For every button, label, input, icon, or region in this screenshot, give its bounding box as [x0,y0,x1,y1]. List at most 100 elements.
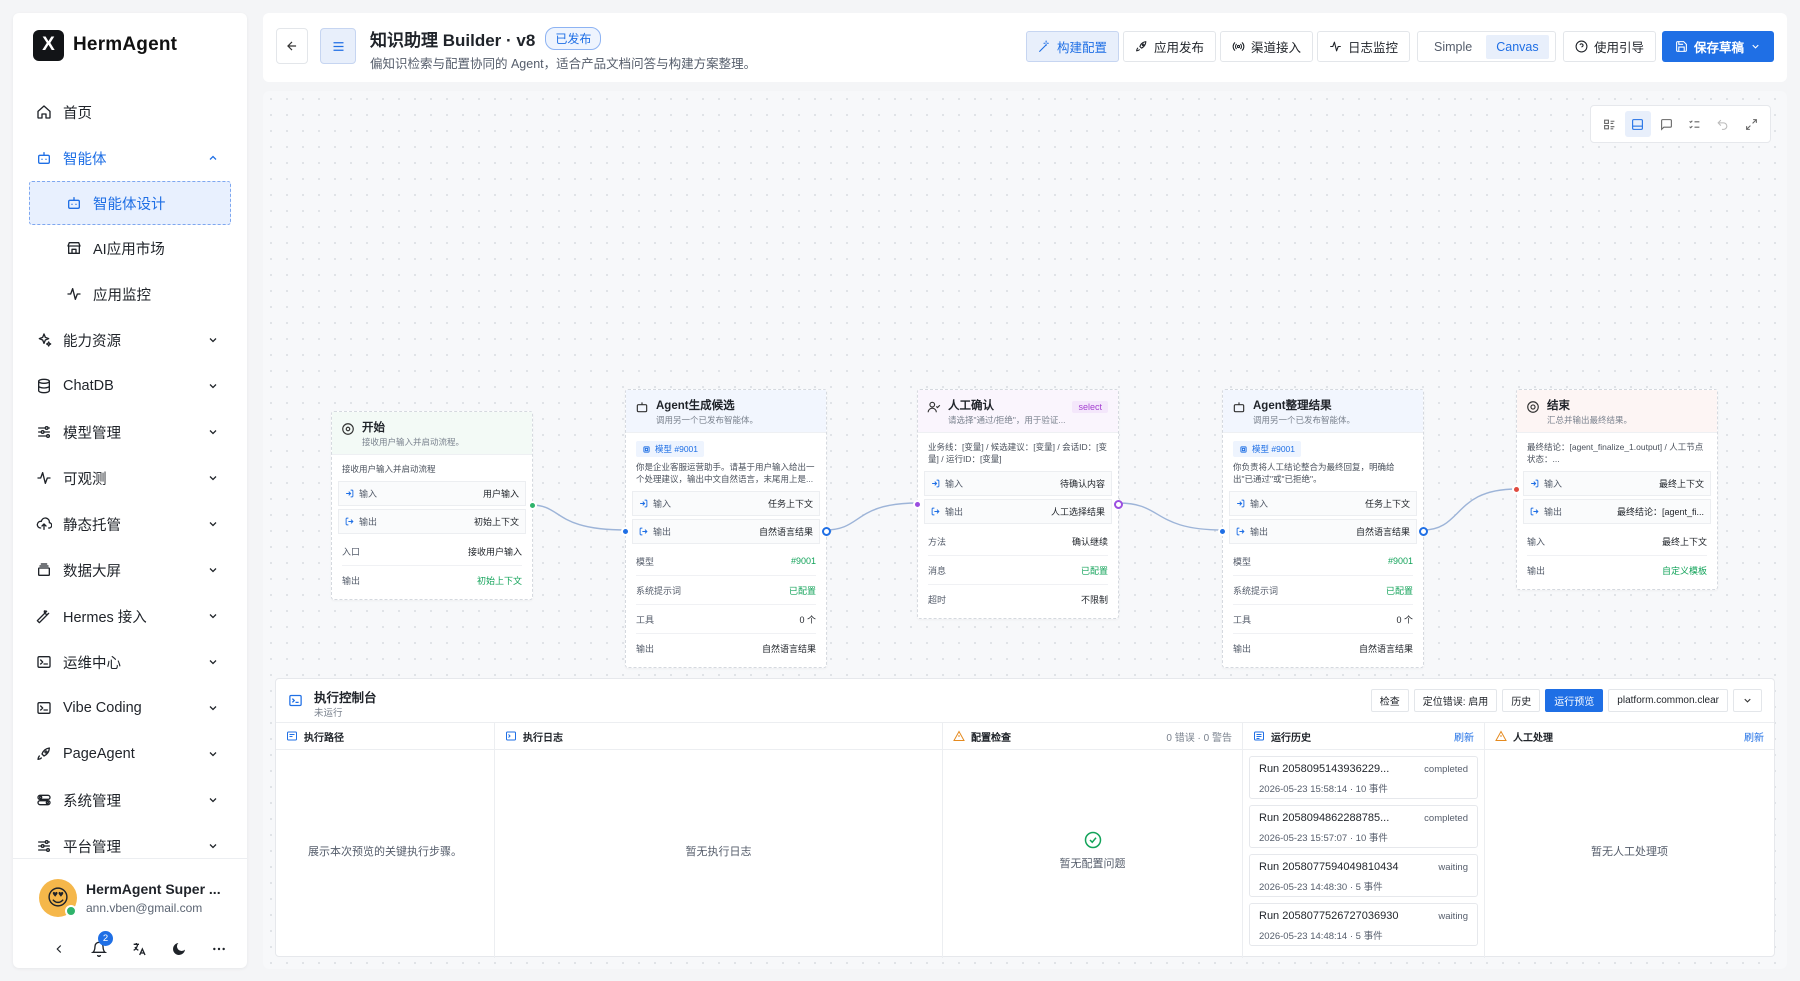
notifications-button[interactable]: 2 [79,931,119,961]
row-key-text: 方法 [928,536,947,547]
tab-2[interactable]: 渠道接入 [1220,31,1314,62]
more-button[interactable] [199,937,239,961]
sidebar-item-observability[interactable]: 可观测 [13,455,247,501]
sidebar-item-ai-market[interactable]: AI应用市场 [13,225,247,271]
sidebar-item-system[interactable]: 系统管理 [13,777,247,823]
guide-button[interactable]: 使用引导 [1563,31,1657,62]
sidebar-item-agents[interactable]: 智能体 [13,135,247,181]
theme-toggle-button[interactable] [159,937,199,961]
sidebar-item-home[interactable]: 首页 [13,89,247,135]
node-row[interactable]: 输出 自然语言结果 [632,519,820,544]
node-row[interactable]: 输入 任务上下文 [632,491,820,516]
edge-start-agent1[interactable] [530,504,627,531]
sidebar-item-hermes[interactable]: Hermes 接入 [13,593,247,639]
node-row[interactable]: 输出 最终结论：[agent_fi... [1523,499,1711,524]
output-port[interactable] [822,527,831,536]
sidebar-item-icon [35,331,53,349]
comment-button[interactable] [1654,111,1679,137]
edge-agent1-human[interactable] [824,502,919,531]
run-item[interactable]: Run 2058095143936229... completed 2026-05-… [1249,756,1478,799]
node-row[interactable]: 输出 初始上下文 [338,509,526,534]
log-out-icon [1530,507,1539,516]
row-value: 用户输入 [482,489,519,499]
run-item[interactable]: Run 2058077526727036930 waiting 2026-05-23… [1249,903,1478,946]
run-item[interactable]: Run 2058077594049810434 waiting 2026-05-23… [1249,854,1478,897]
sidebar-item-capabilities[interactable]: 能力资源 [13,317,247,363]
clear-button[interactable]: platform.common.clear [1608,689,1728,712]
node-description: 你负责将人工结论整合为最终回复，明确给出"已通过"或"已拒绝"。 [1233,462,1395,484]
pane-title: 配置检查 [971,732,1011,744]
row-value: 初始上下文 [473,517,519,527]
tab-0[interactable]: 构建配置 [1026,31,1120,62]
node-row[interactable]: 输入 待确认内容 [924,471,1112,496]
node-end[interactable]: 结束 汇总并输出最终结果。 最终结论：[agent_finalize_1.out… [1512,389,1718,590]
refresh-history-link[interactable]: 刷新 [1454,729,1474,744]
sidebar-item-ops[interactable]: 运维中心 [13,639,247,685]
sidebar-item-chatdb[interactable]: ChatDB [13,363,247,409]
node-row[interactable]: 输入 任务上下文 [1229,491,1417,516]
node-human-confirm[interactable]: 人工确认 请选择"通过/拒绝"，用于验证... select 业务线：[变量] … [913,389,1123,619]
sidebar-item-icon [35,377,53,395]
node-agent-finalize[interactable]: Agent整理结果 调用另一个已发布智能体。 模型 #9001 你负责将人工结论… [1218,389,1428,668]
output-port[interactable] [1114,500,1123,509]
tab-1[interactable]: 应用发布 [1123,31,1217,62]
sidebar-item-dashboard[interactable]: 数据大屏 [13,547,247,593]
log-in-icon [1531,479,1539,488]
rocket-icon [1136,41,1147,52]
activity-icon [37,472,51,484]
node-row: 超时 不限制 [928,585,1108,614]
collapse-console-button[interactable] [1733,689,1762,712]
node-row[interactable]: 输出 自然语言结果 [1229,519,1417,544]
locate-error-button[interactable]: 定位错误: 启用 [1413,689,1498,712]
collapse-sidebar-button[interactable] [39,937,79,961]
refresh-manual-link[interactable]: 刷新 [1744,729,1764,744]
sidebar-item-label: ChatDB [63,378,114,394]
row-key-text: 输出 [1527,566,1546,576]
edge-agent2-end[interactable] [1422,488,1518,531]
input-port[interactable] [621,527,630,536]
check-button[interactable]: 检查 [1370,689,1409,712]
input-port[interactable] [913,500,922,509]
sidebar-item-app-monitor[interactable]: 应用监控 [13,271,247,317]
sidebar-item-vibe[interactable]: Vibe Coding [13,685,247,731]
output-port[interactable] [1419,527,1428,536]
brand[interactable]: X HermAgent [33,29,177,61]
sidebar-item-pageagent[interactable]: PageAgent [13,731,247,777]
panel-layout-button[interactable] [1625,111,1651,137]
node-agent-generate[interactable]: Agent生成候选 调用另一个已发布智能体。 模型 #9001 你是企业客服运营… [621,389,831,668]
sidebar-item-label: 模型管理 [63,425,121,442]
console-title: 执行控制台 [314,691,377,705]
back-button[interactable] [276,28,308,64]
node-start[interactable]: 开始 接收用户输入并启动流程。 接收用户输入并启动流程 输入 用户输入 输出 初始上下… [331,411,537,600]
mode-canvas[interactable]: Canvas [1486,34,1549,59]
history-button[interactable]: 历史 [1502,689,1541,712]
run-preview-button[interactable]: 运行预览 [1545,689,1604,712]
tab-3[interactable]: 日志监控 [1317,31,1411,62]
mode-simple[interactable]: Simple [1424,35,1482,59]
node-row[interactable]: 输入 最终上下文 [1523,471,1711,496]
output-port[interactable] [528,501,537,510]
row-value: 不限制 [1080,595,1108,605]
sidebar-item-label: Vibe Coding [63,700,142,716]
input-port[interactable] [1218,527,1227,536]
language-button[interactable] [119,937,159,961]
sidebar-item-label: AI应用市场 [93,241,165,258]
edge-human-agent2[interactable] [1118,502,1224,531]
sidebar-item-models[interactable]: 模型管理 [13,409,247,455]
pane-header: 配置检查 0 错误 · 0 警告 [943,723,1242,750]
sidebar-item-agent-design[interactable]: 智能体设计 [29,181,231,225]
checklist-button[interactable] [1682,111,1707,137]
run-item[interactable]: Run 2058094862288785... completed 2026-05-… [1249,805,1478,848]
cloud-upload-icon [36,517,52,530]
input-port[interactable] [1512,485,1521,494]
save-draft-button[interactable]: 保存草稿 [1662,31,1774,62]
fullscreen-button[interactable] [1739,111,1764,137]
sidebar-item-hosting[interactable]: 静态托管 [13,501,247,547]
undo-button[interactable] [1710,111,1735,137]
outline-menu-button[interactable] [320,28,356,64]
row-key-text: 消息 [928,565,947,576]
node-row[interactable]: 输出 人工选择结果 [924,499,1112,524]
node-row[interactable]: 输入 用户输入 [338,481,526,506]
row-value: 待确认内容 [1059,479,1105,489]
layout-list-button[interactable] [1597,111,1622,137]
